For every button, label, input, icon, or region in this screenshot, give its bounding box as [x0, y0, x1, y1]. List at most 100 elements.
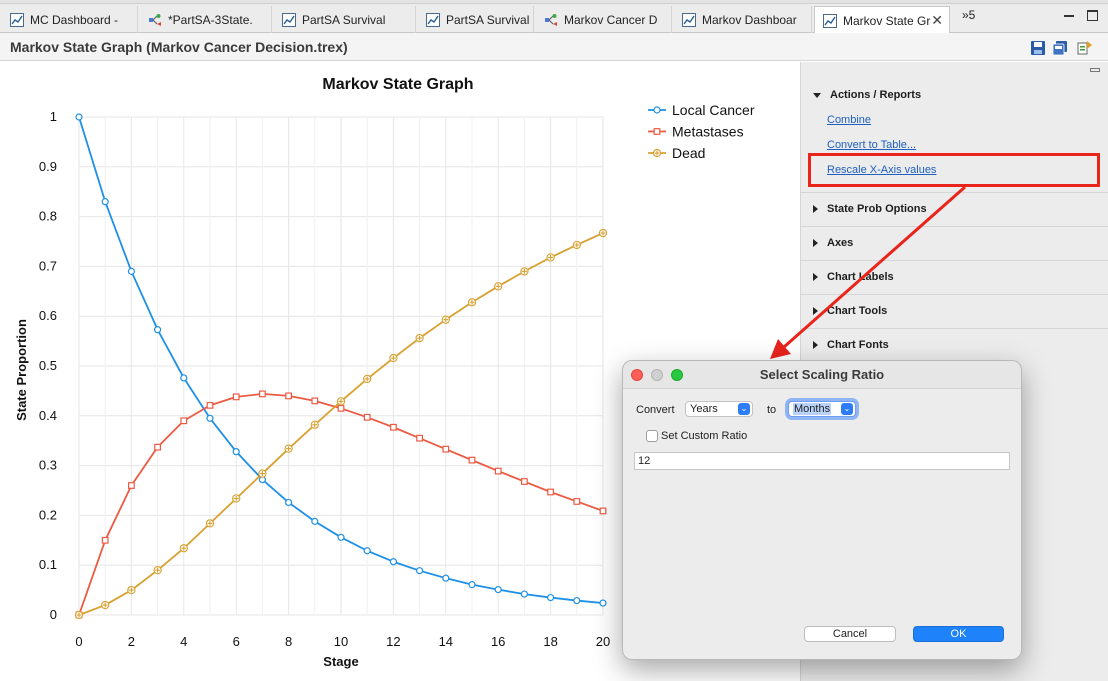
- page-title: Markov State Graph (Markov Cancer Decisi…: [10, 39, 348, 55]
- data-point: [337, 404, 345, 412]
- x-tick-label: 20: [596, 634, 610, 649]
- y-tick-label: 0.1: [39, 557, 57, 572]
- collapsed-triangle-icon: [813, 239, 818, 247]
- tab-markov-state-graph[interactable]: Markov State Gr ✕: [814, 6, 950, 34]
- data-point: [416, 567, 424, 575]
- legend-item[interactable]: Metastases: [648, 124, 744, 140]
- tab-partsa-survival-1[interactable]: PartSA Survival: [274, 6, 416, 33]
- y-tick-label: 0.6: [39, 308, 57, 323]
- chart-icon: [10, 12, 24, 27]
- data-point: [520, 267, 529, 276]
- data-point: [127, 267, 135, 275]
- divider: [801, 328, 1108, 329]
- y-tick-label: 0.2: [39, 507, 57, 522]
- chart-icon: [282, 12, 296, 27]
- collapsed-triangle-icon: [813, 341, 818, 349]
- section-label: Chart Labels: [827, 271, 894, 283]
- legend-item[interactable]: Dead: [648, 145, 705, 161]
- tab-label: PartSA Survival: [446, 12, 530, 27]
- dialog-title-bar: Select Scaling Ratio: [623, 361, 1021, 389]
- section-axes[interactable]: Axes: [813, 237, 853, 249]
- to-unit-select[interactable]: Months ⌄: [788, 401, 856, 417]
- tab-label: Markov Cancer D: [564, 12, 658, 27]
- data-point: [285, 498, 293, 507]
- tab-partsa-survival-2[interactable]: PartSA Survival: [418, 6, 534, 33]
- data-point: [206, 401, 214, 409]
- data-point: [259, 390, 266, 398]
- section-chart-tools[interactable]: Chart Tools: [813, 305, 887, 317]
- chevron-down-icon: ⌄: [841, 403, 853, 415]
- cancel-button[interactable]: Cancel: [804, 626, 896, 642]
- data-point: [232, 494, 241, 503]
- tab-label: MC Dashboard -: [30, 12, 119, 27]
- export-icon[interactable]: [1077, 40, 1093, 56]
- tabs-overflow-button[interactable]: »5: [962, 8, 975, 22]
- maximize-icon[interactable]: [1087, 10, 1098, 21]
- section-label: Chart Fonts: [827, 339, 889, 351]
- data-point: [101, 536, 109, 544]
- data-point: [258, 469, 267, 478]
- tab-partsa-3state[interactable]: *PartSA-3State.: [140, 6, 272, 33]
- data-point: [285, 392, 292, 400]
- section-actions-reports[interactable]: Actions / Reports: [813, 89, 921, 101]
- save-icon[interactable]: [1030, 40, 1046, 56]
- data-point: [154, 326, 162, 334]
- x-tick-label: 6: [233, 634, 240, 649]
- data-point: [128, 482, 135, 489]
- data-point: [652, 148, 662, 158]
- convert-to-table-link[interactable]: Convert to Table...: [827, 139, 916, 151]
- tab-markov-cancer-decision[interactable]: Markov Cancer D: [536, 6, 672, 33]
- save-all-icon[interactable]: [1052, 40, 1068, 56]
- data-point: [494, 467, 502, 475]
- data-point: [179, 544, 188, 553]
- y-tick-label: 0: [50, 607, 57, 622]
- ratio-input[interactable]: 12: [634, 452, 1010, 470]
- y-tick-label: 0.9: [39, 159, 57, 174]
- section-state-prob-options[interactable]: State Prob Options: [813, 203, 927, 215]
- chevron-down-icon: ⌄: [738, 403, 750, 415]
- section-chart-labels[interactable]: Chart Labels: [813, 271, 894, 283]
- data-point: [363, 374, 372, 384]
- ok-button[interactable]: OK: [913, 626, 1004, 642]
- chart-icon: [682, 12, 696, 27]
- data-point: [520, 478, 528, 485]
- y-tick-label: 1: [50, 109, 57, 124]
- data-point: [311, 397, 319, 405]
- data-point: [310, 420, 319, 429]
- section-chart-fonts[interactable]: Chart Fonts: [813, 339, 889, 351]
- y-tick-label: 0.8: [39, 209, 57, 224]
- data-point: [232, 393, 240, 401]
- data-point: [441, 315, 450, 324]
- data-point: [206, 414, 214, 422]
- tab-mc-dashboard[interactable]: MC Dashboard -: [2, 6, 138, 33]
- divider: [801, 294, 1108, 295]
- minimize-icon[interactable]: [1064, 10, 1075, 21]
- highlight-box: [808, 153, 1100, 187]
- data-point: [573, 596, 581, 605]
- section-label: State Prob Options: [827, 203, 927, 215]
- legend-item[interactable]: Local Cancer: [648, 102, 755, 118]
- app-window: MC Dashboard - *PartSA-3State. PartSA Su…: [0, 0, 1108, 681]
- combine-link[interactable]: Combine: [827, 114, 871, 126]
- divider: [801, 226, 1108, 227]
- chart-legend[interactable]: Local Cancer Metastases Dead: [648, 102, 755, 161]
- tab-markov-dashboard[interactable]: Markov Dashboar: [674, 6, 812, 33]
- to-unit-value: Months: [793, 403, 832, 415]
- data-point: [390, 423, 397, 431]
- data-point: [416, 434, 423, 442]
- close-icon[interactable]: ✕: [931, 12, 943, 29]
- data-point: [653, 106, 661, 114]
- legend-label: Dead: [672, 145, 705, 161]
- x-tick-label: 12: [386, 634, 400, 649]
- tab-label: PartSA Survival: [302, 12, 386, 27]
- data-point: [468, 581, 476, 589]
- editor-title-bar: Markov State Graph (Markov Cancer Decisi…: [0, 33, 1108, 61]
- from-unit-select[interactable]: Years ⌄: [685, 401, 753, 417]
- collapsed-triangle-icon: [813, 273, 818, 281]
- tab-label: Markov State Gr: [843, 13, 931, 28]
- data-point: [467, 298, 477, 307]
- tab-label: Markov Dashboar: [702, 12, 797, 27]
- panel-minimize-icon[interactable]: [1090, 68, 1100, 72]
- set-custom-ratio-checkbox[interactable]: [646, 430, 658, 442]
- data-point: [180, 417, 188, 425]
